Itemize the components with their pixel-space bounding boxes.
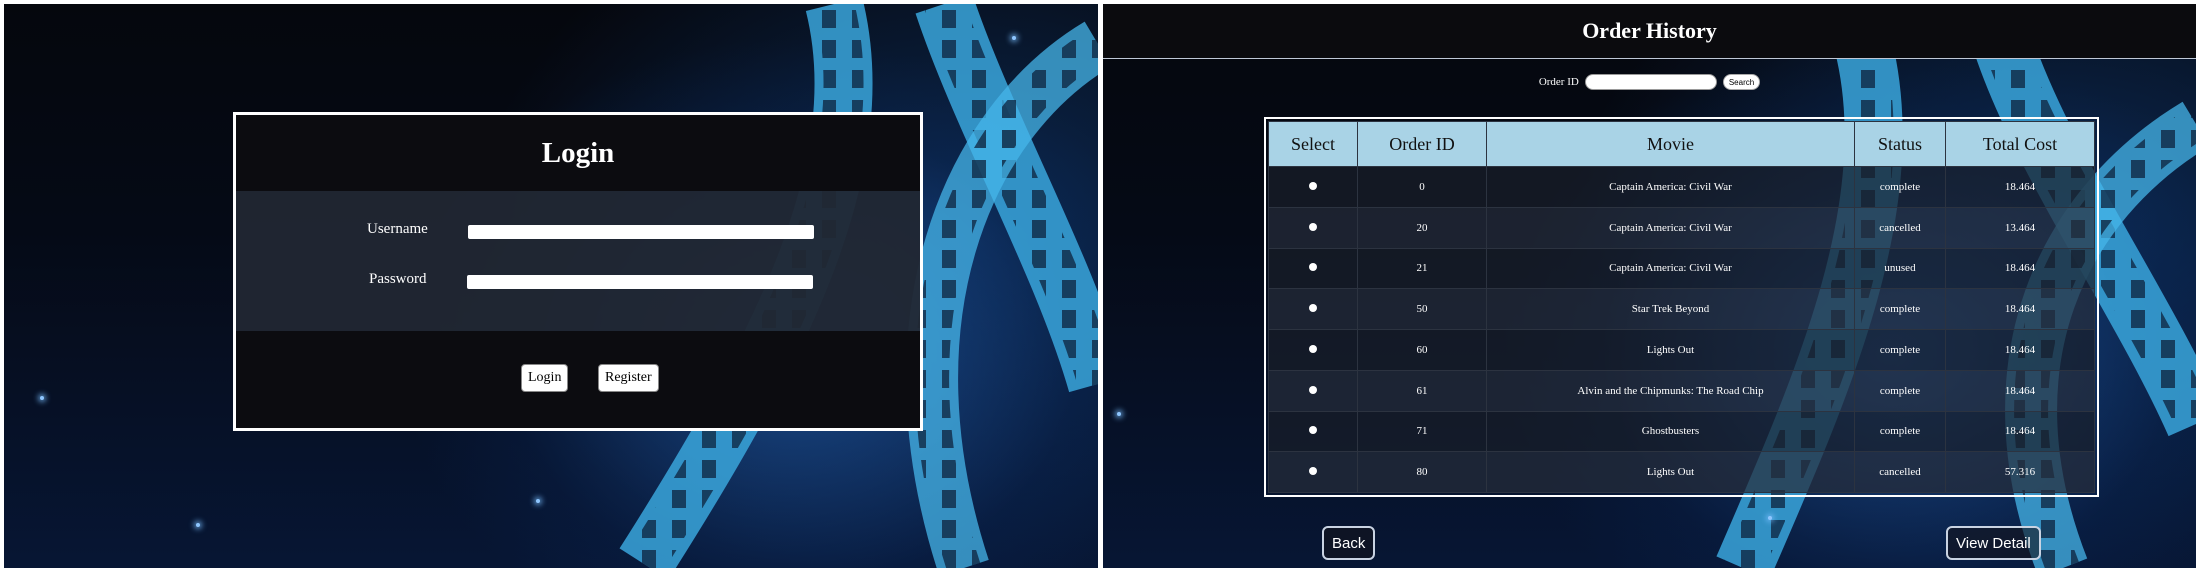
status-cell: cancelled <box>1854 451 1946 493</box>
select-radio[interactable] <box>1309 344 1317 353</box>
order-id-cell: 20 <box>1357 206 1487 249</box>
password-input[interactable] <box>467 275 813 289</box>
column-header-status: Status <box>1854 121 1946 167</box>
star-decoration <box>1012 36 1016 40</box>
select-cell[interactable] <box>1268 410 1358 453</box>
select-cell[interactable] <box>1268 206 1358 249</box>
order-id-search-input[interactable] <box>1584 74 1717 90</box>
status-cell: complete <box>1854 288 1946 330</box>
total-cost-cell: 18.464 <box>1945 288 2095 330</box>
column-header-movie: Movie <box>1486 121 1855 167</box>
select-cell[interactable] <box>1268 247 1358 290</box>
login-button[interactable]: Login <box>521 364 569 392</box>
login-screen: Login Username Password Login Register <box>4 4 1098 568</box>
password-label: Password <box>369 271 427 287</box>
movie-cell: Lights Out <box>1486 451 1855 493</box>
status-cell: complete <box>1854 166 1946 208</box>
table-row[interactable]: 20 Captain America: Civil War cancelled … <box>1268 206 2095 249</box>
total-cost-cell: 18.464 <box>1945 369 2095 412</box>
page-title: Order History <box>1103 4 2196 59</box>
username-label: Username <box>367 221 428 237</box>
movie-cell: Captain America: Civil War <box>1486 206 1855 249</box>
table-row[interactable]: 21 Captain America: Civil War unused 18.… <box>1268 247 2095 290</box>
order-id-cell: 80 <box>1357 451 1487 493</box>
order-id-cell: 61 <box>1357 369 1487 412</box>
order-id-label: Order ID <box>1538 76 1579 88</box>
star-decoration <box>536 499 540 503</box>
total-cost-cell: 18.464 <box>1945 410 2095 453</box>
select-cell[interactable] <box>1268 451 1358 493</box>
movie-cell: Lights Out <box>1486 329 1855 371</box>
movie-cell: Ghostbusters <box>1486 410 1855 453</box>
star-decoration <box>40 396 44 400</box>
star-decoration <box>196 523 200 527</box>
select-cell[interactable] <box>1268 369 1358 412</box>
status-cell: complete <box>1854 410 1946 453</box>
select-radio[interactable] <box>1309 304 1317 313</box>
select-radio[interactable] <box>1309 426 1317 435</box>
back-button[interactable]: Back <box>1322 526 1376 560</box>
status-cell: complete <box>1854 369 1946 412</box>
total-cost-cell: 13.464 <box>1945 206 2095 249</box>
username-input[interactable] <box>468 225 814 239</box>
status-cell: unused <box>1854 247 1946 290</box>
select-radio[interactable] <box>1309 385 1317 394</box>
star-decoration <box>1117 412 1121 416</box>
select-cell[interactable] <box>1268 166 1358 208</box>
order-id-cell: 21 <box>1357 247 1487 290</box>
movie-cell: Captain America: Civil War <box>1486 247 1855 290</box>
select-radio[interactable] <box>1309 181 1317 190</box>
table-row[interactable]: 61 Alvin and the Chipmunks: The Road Chi… <box>1268 369 2095 412</box>
table-row[interactable]: 50 Star Trek Beyond complete 18.464 <box>1268 288 2095 330</box>
total-cost-cell: 57.316 <box>1945 451 2095 493</box>
status-cell: complete <box>1854 329 1946 371</box>
status-cell: cancelled <box>1854 206 1946 249</box>
movie-cell: Star Trek Beyond <box>1486 288 1855 330</box>
order-id-cell: 0 <box>1357 166 1487 208</box>
orders-table-container: Select Order ID Movie Status Total Cost … <box>1264 117 2099 497</box>
view-detail-button[interactable]: View Detail <box>1946 526 2041 560</box>
order-search-bar: Order ID Search <box>1103 74 2196 90</box>
login-footer: Login Register <box>236 331 920 428</box>
select-radio[interactable] <box>1309 222 1317 231</box>
login-title: Login <box>236 115 920 191</box>
select-cell[interactable] <box>1268 288 1358 330</box>
movie-cell: Captain America: Civil War <box>1486 166 1855 208</box>
table-header-row: Select Order ID Movie Status Total Cost <box>1268 121 2095 167</box>
order-id-cell: 60 <box>1357 329 1487 371</box>
register-button[interactable]: Register <box>598 364 659 392</box>
table-row[interactable]: 0 Captain America: Civil War complete 18… <box>1268 166 2095 208</box>
movie-cell: Alvin and the Chipmunks: The Road Chip <box>1486 369 1855 412</box>
column-header-total-cost: Total Cost <box>1945 121 2095 167</box>
select-radio[interactable] <box>1309 263 1317 272</box>
order-id-cell: 50 <box>1357 288 1487 330</box>
total-cost-cell: 18.464 <box>1945 166 2095 208</box>
orders-table: Select Order ID Movie Status Total Cost … <box>1268 121 2095 493</box>
search-button[interactable]: Search <box>1722 74 1761 90</box>
login-fields: Username Password <box>236 191 920 331</box>
column-header-select: Select <box>1268 121 1358 167</box>
table-row[interactable]: 60 Lights Out complete 18.464 <box>1268 329 2095 371</box>
select-cell[interactable] <box>1268 329 1358 371</box>
total-cost-cell: 18.464 <box>1945 247 2095 290</box>
star-decoration <box>1768 516 1772 520</box>
table-row[interactable]: 80 Lights Out cancelled 57.316 <box>1268 451 2095 493</box>
order-id-cell: 71 <box>1357 410 1487 453</box>
column-header-order-id: Order ID <box>1357 121 1487 167</box>
table-row[interactable]: 71 Ghostbusters complete 18.464 <box>1268 410 2095 453</box>
order-history-screen: Order History Order ID Search Select Ord… <box>1103 4 2196 568</box>
select-radio[interactable] <box>1309 467 1317 476</box>
total-cost-cell: 18.464 <box>1945 329 2095 371</box>
login-dialog: Login Username Password Login Register <box>233 112 923 431</box>
